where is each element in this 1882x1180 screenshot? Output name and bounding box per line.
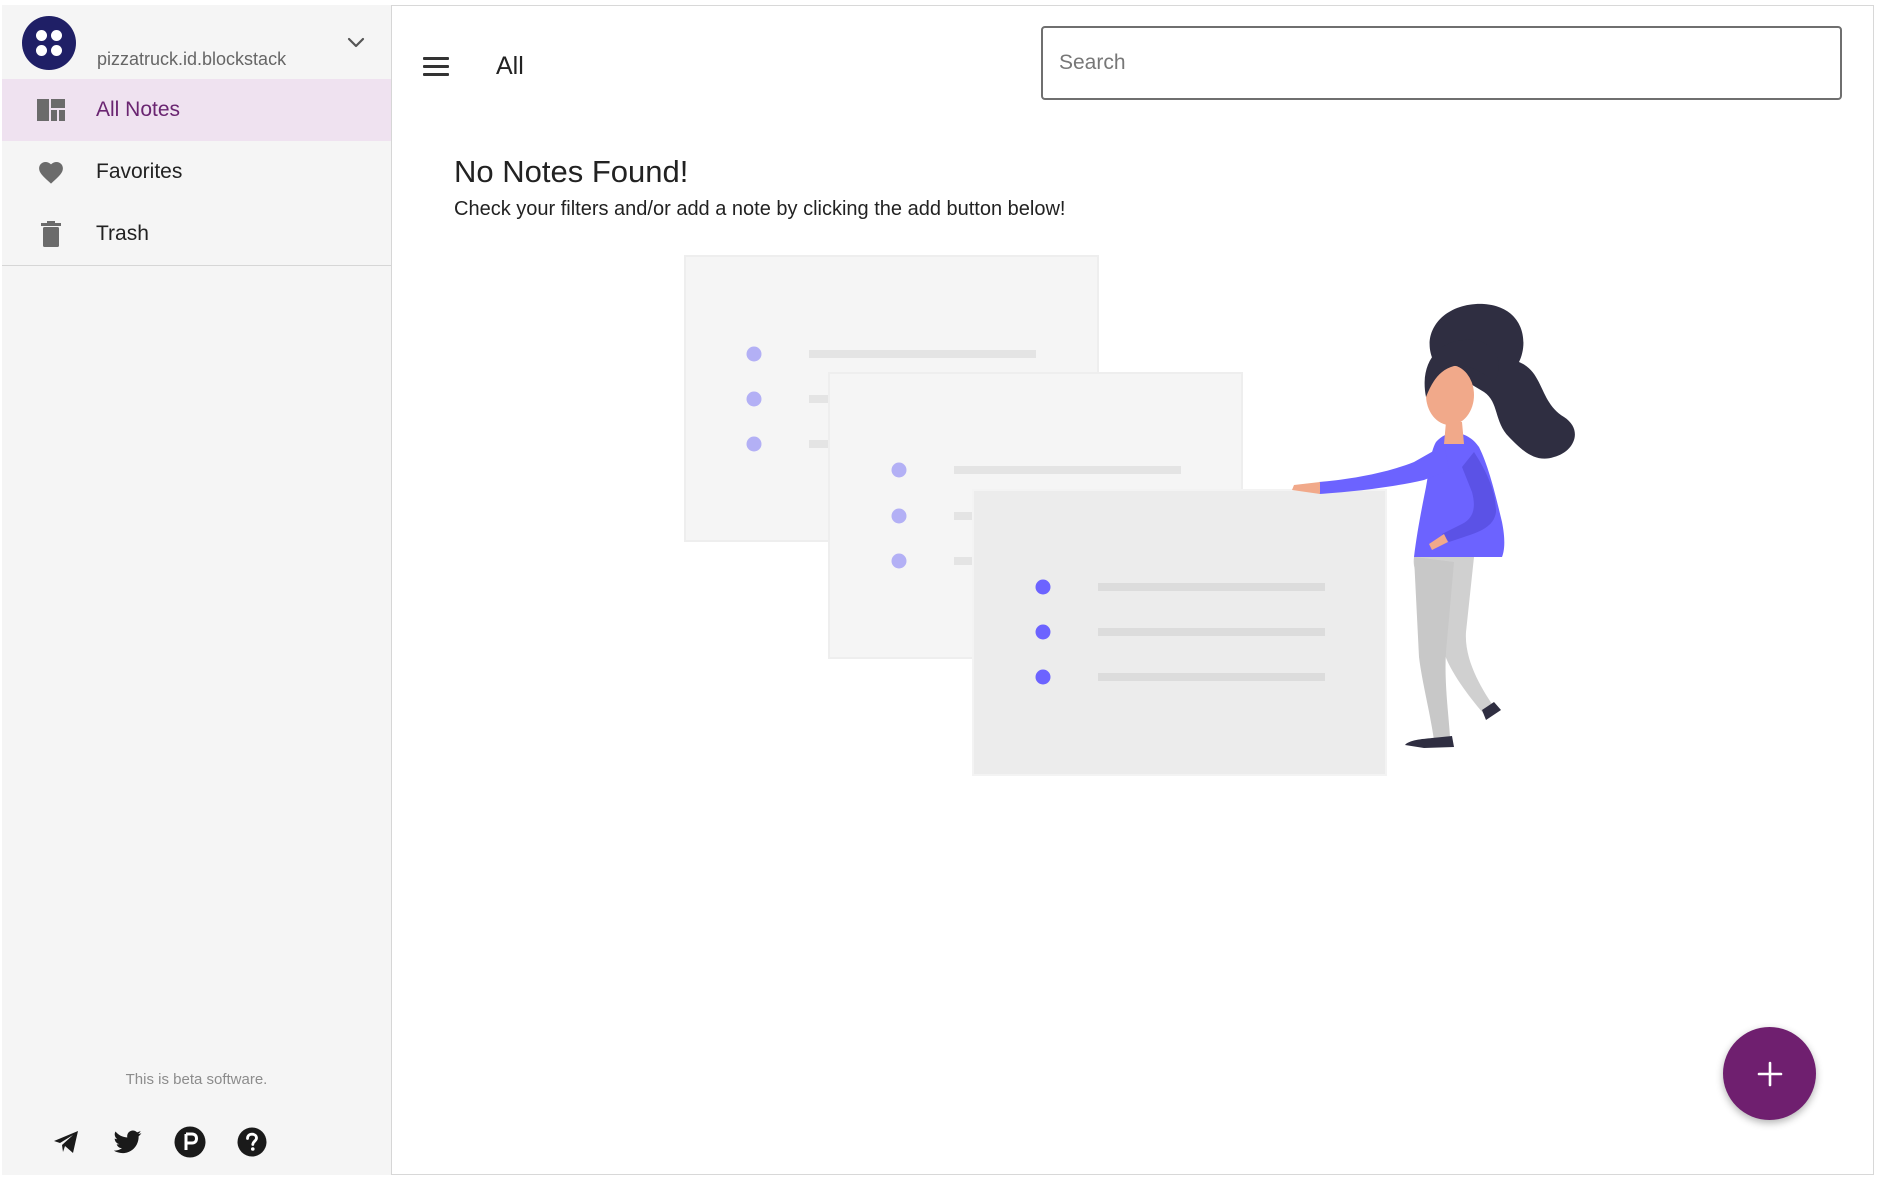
sidebar-divider [2,265,391,266]
sidebar-item-label: Favorites [96,160,183,183]
empty-notes-illustration [684,255,1575,776]
hamburger-menu-icon[interactable] [423,57,449,77]
telegram-icon[interactable] [50,1126,82,1158]
trash-icon [36,219,66,249]
help-icon[interactable] [236,1126,268,1158]
heart-icon [36,157,66,187]
sidebar-item-label: Trash [96,222,149,245]
add-note-button[interactable] [1723,1027,1816,1120]
dashboard-icon [36,95,66,125]
view-title: All [496,52,524,80]
sidebar: pizzatruck.id.blockstack All Notes Favor… [2,5,392,1175]
empty-state-subtitle: Check your filters and/or add a note by … [454,198,1066,220]
blockstack-icon [22,16,76,70]
note-card-illustration [972,489,1387,776]
account-switcher[interactable]: pizzatruck.id.blockstack [2,5,391,79]
search-input[interactable] [1041,26,1842,100]
sidebar-item-label: All Notes [96,98,181,121]
sidebar-item-all-notes[interactable]: All Notes [2,79,391,141]
producthunt-icon[interactable] [174,1126,206,1158]
chevron-down-icon[interactable] [344,31,368,55]
account-name: pizzatruck.id.blockstack [97,49,287,69]
beta-notice: This is beta software. [125,1071,268,1088]
empty-state-title: No Notes Found! [454,154,689,189]
twitter-icon[interactable] [112,1126,144,1158]
sidebar-item-trash[interactable]: Trash [2,203,391,265]
sidebar-item-favorites[interactable]: Favorites [2,141,391,203]
plus-icon [1757,1061,1782,1086]
